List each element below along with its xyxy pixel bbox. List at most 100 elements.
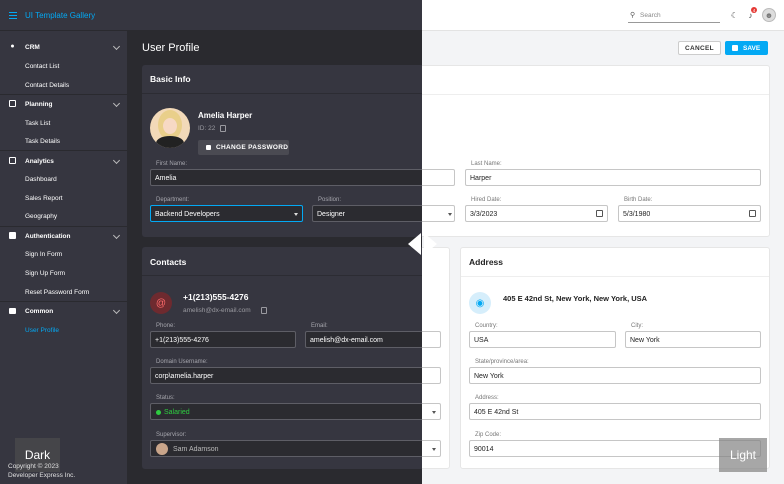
page-title: User Profile: [142, 42, 200, 54]
contacts-title: Contacts: [150, 257, 187, 267]
copy-icon[interactable]: [261, 307, 267, 314]
sidebar-group-crm[interactable]: CRM: [0, 38, 127, 56]
country-input[interactable]: USA: [469, 331, 616, 348]
moon-icon[interactable]: ☾: [728, 9, 741, 22]
sidebar-item-task-list[interactable]: Task List: [25, 120, 50, 127]
sidebar-group-analytics[interactable]: Analytics: [0, 152, 127, 170]
sidebar-group-common[interactable]: Common: [0, 302, 127, 320]
domain-username-input[interactable]: corp\amelia.harper: [150, 367, 422, 384]
status-dot-icon: [156, 410, 161, 415]
sidebar-group-label: Planning: [25, 101, 53, 108]
light-theme-label: Light: [719, 438, 767, 472]
sidebar-item-dashboard[interactable]: Dashboard: [25, 176, 57, 183]
slider-left-arrow-icon[interactable]: [408, 233, 421, 255]
card-divider: [142, 275, 422, 276]
zip-label: Zip Code:: [475, 432, 502, 438]
dark-theme-view: UI Template Gallery CRM ● Contact List C…: [0, 0, 422, 484]
sidebar-item-user-profile[interactable]: User Profile: [25, 327, 59, 334]
change-password-label: CHANGE PASSWORD: [216, 144, 289, 151]
calendar-icon: [9, 100, 16, 107]
status-select-light[interactable]: [420, 403, 441, 420]
profile-photo[interactable]: [150, 108, 190, 148]
supervisor-avatar: [156, 443, 168, 455]
search-placeholder: Search: [640, 12, 661, 19]
first-name-input[interactable]: Amelia: [150, 169, 422, 186]
address-display: 405 E 42nd St, New York, New York, USA: [503, 294, 648, 303]
department-select[interactable]: Backend Developers: [150, 205, 303, 222]
zip-input[interactable]: 90014: [469, 440, 761, 457]
sidebar-item-contact-details[interactable]: Contact Details: [25, 82, 69, 89]
email-input[interactable]: amelish@dx-email.com: [305, 331, 422, 348]
department-value: Backend Developers: [155, 211, 220, 218]
state-input[interactable]: New York: [469, 367, 761, 384]
search-box[interactable]: ⚲ Search: [628, 9, 720, 23]
sidebar-group-label: Analytics: [25, 158, 54, 165]
sidebar-group-label: Common: [25, 308, 54, 315]
save-icon: [732, 45, 738, 51]
sidebar-group-label: Authentication: [25, 233, 71, 240]
supervisor-select[interactable]: Sam Adamson: [150, 440, 422, 457]
divider: [0, 150, 127, 151]
calendar-icon[interactable]: [749, 210, 756, 217]
copy-icon[interactable]: [220, 125, 226, 132]
address-title: Address: [469, 257, 504, 267]
basic-info-title: Basic Info: [150, 74, 191, 84]
chart-icon: [9, 157, 16, 164]
position-select[interactable]: Designer: [312, 205, 422, 222]
sidebar-item-sign-up-form[interactable]: Sign Up Form: [25, 270, 65, 277]
avatar[interactable]: ☻: [762, 8, 776, 22]
card-divider: [461, 276, 769, 277]
menu-icon[interactable]: [9, 12, 17, 19]
sidebar-group-authentication[interactable]: Authentication: [0, 227, 127, 245]
hired-date-label: Hired Date:: [471, 197, 502, 203]
domain-input-light[interactable]: [420, 367, 441, 384]
cancel-button[interactable]: CANCEL: [678, 41, 721, 55]
birth-date-value: 5/3/1980: [623, 211, 651, 218]
sidebar-item-sales-report[interactable]: Sales Report: [25, 195, 63, 202]
calendar-icon[interactable]: [596, 210, 603, 217]
chevron-down-icon: [432, 448, 436, 451]
street-address-label: Address:: [475, 395, 499, 401]
phone-input[interactable]: +1(213)555-4276: [150, 331, 296, 348]
status-select[interactable]: Salaried: [150, 403, 422, 420]
supervisor-value: Sam Adamson: [173, 446, 219, 453]
birth-date-input[interactable]: 5/3/1980: [618, 205, 761, 222]
email-display: amelish@dx-email.com: [183, 307, 251, 314]
save-button[interactable]: SAVE: [725, 41, 768, 55]
profile-id: ID: 22: [198, 125, 216, 132]
sidebar-item-contact-list[interactable]: Contact List: [25, 63, 59, 70]
change-password-button[interactable]: CHANGE PASSWORD: [198, 140, 289, 155]
position-select-light[interactable]: [420, 205, 455, 222]
sidebar-item-sign-in-form[interactable]: Sign In Form: [25, 251, 62, 258]
country-label: Country:: [475, 323, 498, 329]
sidebar-group-planning[interactable]: Planning: [0, 95, 127, 113]
status-label: Status:: [156, 395, 175, 401]
location-pin-icon: ◉: [469, 292, 491, 314]
phone-display: +1(213)555-4276: [183, 292, 249, 302]
search-icon: ⚲: [630, 12, 636, 19]
supervisor-select-light[interactable]: [420, 440, 441, 457]
footer-copyright: Copyright © 2023: [8, 463, 59, 470]
sidebar-item-task-details[interactable]: Task Details: [25, 138, 60, 145]
domain-username-label: Domain Username:: [156, 359, 208, 365]
chevron-down-icon: [294, 213, 298, 216]
city-input[interactable]: New York: [625, 331, 761, 348]
lock-icon: [206, 145, 211, 150]
last-name-input[interactable]: Harper: [465, 169, 761, 186]
sidebar-item-geography[interactable]: Geography: [25, 213, 57, 220]
first-name-label: First Name:: [156, 161, 188, 167]
email-input-light[interactable]: [420, 331, 441, 348]
sidebar-item-reset-password-form[interactable]: Reset Password Form: [25, 289, 89, 296]
app-title: UI Template Gallery: [25, 11, 96, 20]
street-address-input[interactable]: 405 E 42nd St: [469, 403, 761, 420]
at-sign-icon: @: [150, 292, 172, 314]
city-label: City:: [631, 323, 643, 329]
user-icon: ●: [10, 43, 15, 50]
slider-right-arrow-icon[interactable]: [424, 233, 437, 255]
first-name-input-light[interactable]: [420, 169, 455, 186]
last-name-label: Last Name:: [471, 161, 502, 167]
hired-date-input[interactable]: 3/3/2023: [465, 205, 608, 222]
notification-badge: 4: [751, 7, 757, 13]
profile-name: Amelia Harper: [198, 111, 253, 120]
id-card-icon: [9, 232, 16, 239]
